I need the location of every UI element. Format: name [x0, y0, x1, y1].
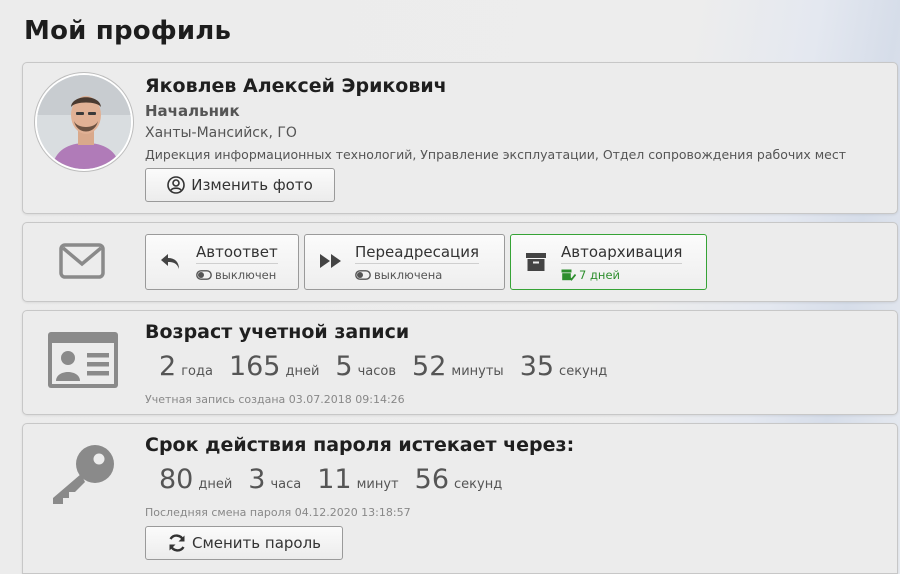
age-days-unit: дней — [285, 364, 320, 379]
toggle-off-icon — [196, 270, 212, 280]
profile-city: Ханты-Мансийск, ГО — [145, 125, 297, 141]
key-icon — [47, 442, 119, 512]
pass-days-value: 80 — [159, 464, 194, 495]
avatar — [35, 73, 133, 171]
reply-icon — [160, 252, 182, 276]
refresh-icon — [167, 533, 187, 553]
age-minutes-value: 52 — [412, 351, 447, 382]
age-years-value: 2 — [159, 351, 177, 382]
autoarchive-status: 7 дней — [561, 268, 620, 282]
user-circle-icon — [167, 176, 186, 194]
profile-role: Начальник — [145, 102, 240, 120]
change-photo-label: Изменить фото — [191, 176, 313, 194]
autoreply-status: выключен — [196, 268, 276, 282]
age-days-value: 165 — [228, 351, 281, 382]
profile-department: Дирекция информационных технологий, Упра… — [145, 147, 847, 162]
forward-icon — [319, 252, 343, 274]
account-created-note: Учетная запись создана 03.07.2018 09:14:… — [145, 393, 405, 406]
autoreply-button[interactable]: Автоответ выключен — [145, 234, 299, 290]
pass-seconds-unit: секунд — [454, 477, 503, 492]
pass-hours-value: 3 — [248, 464, 266, 495]
age-seconds-value: 35 — [519, 351, 555, 382]
change-photo-button[interactable]: Изменить фото — [145, 168, 335, 202]
age-hours-value: 5 — [335, 351, 353, 382]
profile-name: Яковлев Алексей Эрикович — [145, 75, 447, 97]
account-age-title: Возраст учетной записи — [145, 321, 410, 343]
age-years-unit: года — [181, 364, 213, 379]
password-expiry-title: Срок действия пароля истекает через: — [145, 434, 575, 456]
toggle-off-icon — [355, 270, 371, 280]
profile-card: Яковлев Алексей Эрикович Начальник Ханты… — [22, 62, 898, 214]
archive-box-icon — [525, 252, 547, 276]
pass-seconds-value: 56 — [414, 464, 449, 495]
age-hours-unit: часов — [357, 364, 397, 379]
password-changed-note: Последняя смена пароля 04.12.2020 13:18:… — [145, 506, 411, 519]
pass-days-unit: дней — [198, 477, 233, 492]
account-age-card: Возраст учетной записи 2 года 165 дней 5… — [22, 310, 898, 415]
autoreply-title: Автоответ — [196, 243, 278, 264]
redirect-button[interactable]: Переадресация выключена — [304, 234, 505, 290]
redirect-status-text: выключена — [374, 268, 443, 282]
autoarchive-status-text: 7 дней — [579, 268, 620, 282]
redirect-status: выключена — [355, 268, 442, 282]
autoarchive-button[interactable]: Автоархивация 7 дней — [510, 234, 707, 290]
change-password-button[interactable]: Сменить пароль — [145, 526, 343, 560]
pass-minutes-unit: минут — [356, 477, 399, 492]
age-minutes-unit: минуты — [451, 364, 504, 379]
pass-minutes-value: 11 — [317, 464, 352, 495]
page-title: Мой профиль — [24, 16, 232, 46]
change-password-label: Сменить пароль — [191, 534, 322, 552]
autoreply-status-text: выключен — [215, 268, 277, 282]
password-expiry-counter: 80 дней 3 часа 11 минут 56 секунд — [159, 464, 518, 495]
id-card-icon — [47, 331, 119, 393]
envelope-icon — [59, 243, 105, 283]
pass-hours-unit: часа — [270, 477, 302, 492]
autoarchive-title: Автоархивация — [561, 243, 683, 264]
account-age-counter: 2 года 165 дней 5 часов 52 минуты 35 сек… — [159, 351, 623, 382]
age-seconds-unit: секунд — [559, 364, 608, 379]
password-expiry-card: Срок действия пароля истекает через: 80 … — [22, 423, 898, 574]
mail-settings-card: Автоответ выключен Переадресация выключе… — [22, 222, 898, 302]
archive-check-icon — [561, 269, 576, 281]
redirect-title: Переадресация — [355, 243, 479, 264]
